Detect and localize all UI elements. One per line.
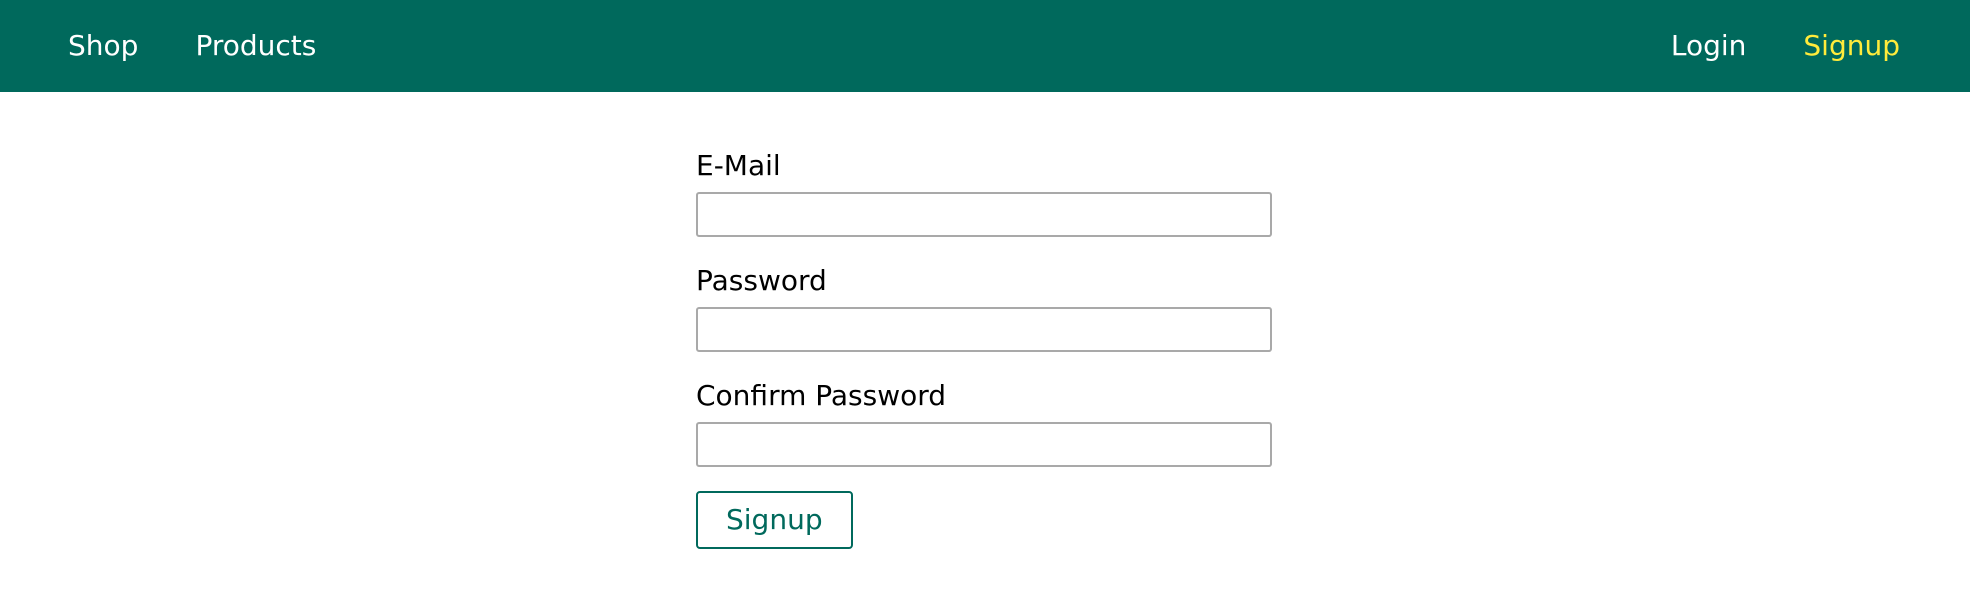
nav-item-login: Login (1671, 32, 1747, 60)
main-header: Shop Products Login Signup (0, 0, 1970, 92)
nav-link-shop[interactable]: Shop (68, 32, 138, 60)
signup-button[interactable]: Signup (696, 491, 853, 549)
signup-form: E-Mail Password Confirm Password Signup (696, 152, 1272, 549)
nav-link-signup[interactable]: Signup (1803, 32, 1900, 60)
confirm-password-field[interactable] (696, 422, 1272, 467)
email-field[interactable] (696, 192, 1272, 237)
nav-item-shop: Shop (68, 32, 138, 60)
nav-item-products: Products (195, 32, 316, 60)
nav-link-login[interactable]: Login (1671, 32, 1747, 60)
email-control: E-Mail (696, 152, 1272, 237)
nav-link-products[interactable]: Products (195, 32, 316, 60)
nav-item-signup: Signup (1803, 32, 1900, 60)
password-field[interactable] (696, 307, 1272, 352)
auth-nav: Login Signup (1671, 32, 1900, 60)
password-control: Password (696, 267, 1272, 352)
main-nav: Shop Products (68, 32, 316, 60)
email-label: E-Mail (696, 149, 781, 182)
password-label: Password (696, 264, 827, 297)
confirm-password-control: Confirm Password (696, 382, 1272, 467)
confirm-password-label: Confirm Password (696, 379, 947, 412)
